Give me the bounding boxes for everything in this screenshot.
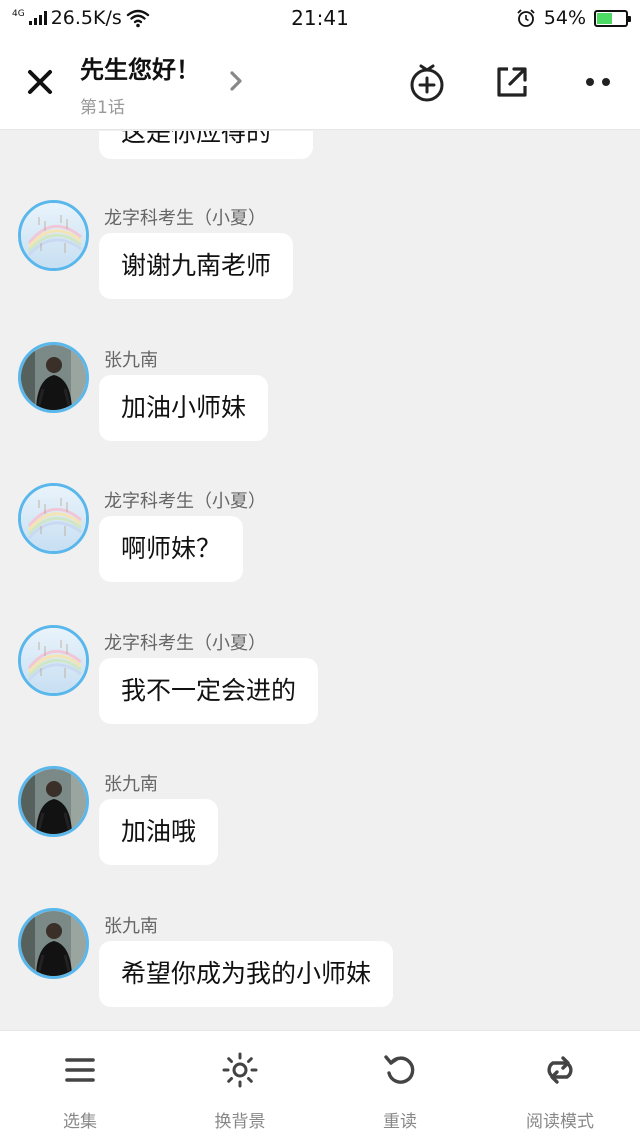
network-speed: 26.5K/s <box>50 7 122 29</box>
replay-icon <box>384 1055 415 1084</box>
battery-fill <box>597 12 613 24</box>
add-timer-icon[interactable] <box>405 60 449 104</box>
message-bubble: 希望你成为我的小师妹 <box>99 940 394 1007</box>
sky-avatar[interactable] <box>18 200 89 271</box>
man-avatar[interactable] <box>18 907 89 979</box>
sky-avatar[interactable] <box>18 483 89 554</box>
battery-icon <box>594 9 631 27</box>
tab-reading-mode[interactable]: 阅读模式 <box>480 1031 640 1138</box>
header: 先生您好！ 第1话 <box>0 36 640 130</box>
more-icon[interactable] <box>576 60 620 104</box>
message-bubble: 谢谢九南老师 <box>99 233 294 299</box>
tab-label: 选集 <box>63 1112 97 1132</box>
sender-name: 张九南 <box>104 915 158 937</box>
episode-label: 第1话 <box>80 98 125 118</box>
message-bubble: 我不一定会进的 <box>99 657 319 724</box>
tab-episodes[interactable]: 选集 <box>0 1031 160 1138</box>
tab-label: 阅读模式 <box>526 1112 594 1132</box>
bottom-toolbar: 选集 换背景 重读 阅读模式 <box>0 1030 640 1138</box>
message-bubble: 加油哦 <box>99 799 219 865</box>
sender-name: 龙字科考生（小夏） <box>104 208 266 229</box>
battery-percent: 54% <box>543 7 586 29</box>
chevron-right-icon[interactable] <box>224 66 248 96</box>
signal-icon <box>28 11 47 25</box>
loop-icon <box>547 1056 573 1084</box>
message-bubble-partial: 这是你应得的 <box>99 131 313 159</box>
tab-background[interactable]: 换背景 <box>160 1031 320 1138</box>
tab-label: 重读 <box>383 1112 417 1132</box>
brightness-icon <box>222 1052 258 1088</box>
close-icon[interactable] <box>20 62 60 102</box>
message-bubble: 啊师妹？ <box>99 516 244 582</box>
status-left: 4G 26.5K/s <box>12 7 232 29</box>
alarm-icon <box>517 9 535 27</box>
status-bar: 4G 26.5K/s 21:41 54% <box>0 0 640 36</box>
sky-avatar[interactable] <box>18 624 89 696</box>
page-title: 先生您好！ <box>80 56 200 84</box>
share-icon[interactable] <box>490 60 534 104</box>
chat-area[interactable]: 这是你应得的 龙字科考生（小夏） 谢谢九南老师 张九南 加油小师妹 龙字科考生（小夏）啊… <box>0 131 640 1029</box>
sender-name: 张九南 <box>104 349 158 371</box>
clock: 21:41 <box>291 6 349 30</box>
sender-name: 张九南 <box>104 774 158 795</box>
tab-label: 换背景 <box>214 1112 266 1132</box>
man-avatar[interactable] <box>18 766 89 837</box>
sender-name: 龙字科考生（小夏） <box>104 632 266 654</box>
man-avatar[interactable] <box>18 341 89 413</box>
message-text: 这是你应得的 <box>121 131 272 147</box>
wifi-icon <box>126 9 149 28</box>
title-block[interactable]: 先生您好！ 第1话 <box>80 50 200 118</box>
network-type: 4G <box>12 8 25 19</box>
message-bubble: 加油小师妹 <box>99 374 269 441</box>
tab-reread[interactable]: 重读 <box>320 1031 480 1138</box>
sender-name: 龙字科考生（小夏） <box>104 491 266 512</box>
status-right: 54% <box>408 7 631 29</box>
list-icon <box>65 1058 95 1082</box>
